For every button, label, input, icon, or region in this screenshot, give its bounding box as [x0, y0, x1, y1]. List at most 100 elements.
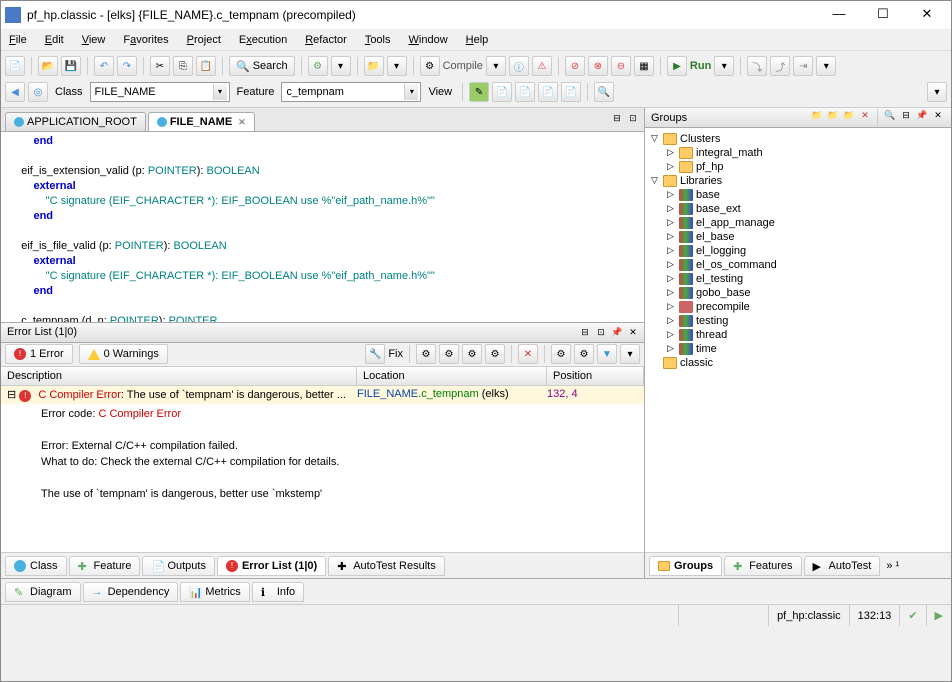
menu-help[interactable]: Help — [466, 34, 489, 46]
menu-execution[interactable]: Execution — [239, 34, 287, 46]
tab-errorlist[interactable]: !Error List (1|0) — [217, 556, 326, 576]
grp-icon[interactable]: 📁 — [810, 109, 824, 123]
errors-tab[interactable]: !1 Error — [5, 344, 73, 364]
open-icon[interactable]: 📂 — [38, 56, 58, 76]
target-icon[interactable]: ◎ — [28, 82, 48, 102]
menu-project[interactable]: Project — [187, 34, 221, 46]
filter-icon[interactable]: ▼ — [597, 344, 617, 364]
minimize-pane-icon[interactable]: ⊟ — [610, 111, 624, 125]
fix-button[interactable]: 🔧 — [365, 344, 385, 364]
new-icon[interactable]: 📄 — [5, 56, 25, 76]
close-icon[interactable]: ✕ — [931, 109, 945, 123]
dropdown-icon[interactable]: ▾ — [486, 56, 506, 76]
class-combo[interactable]: FILE_NAME▾ — [90, 82, 230, 102]
close-pane-icon[interactable]: ✕ — [626, 325, 640, 339]
step-icon[interactable]: ⤵ — [747, 56, 767, 76]
tab-file-name[interactable]: FILE_NAME✕ — [148, 112, 255, 131]
more-tabs[interactable]: » ¹ — [886, 560, 899, 572]
tab-groups[interactable]: Groups — [649, 556, 722, 576]
col-description[interactable]: Description — [1, 367, 357, 385]
error-row[interactable]: ⊟ ! C Compiler Error: The use of `tempna… — [1, 386, 644, 404]
grp-icon[interactable]: 📁 — [826, 109, 840, 123]
dropdown-icon[interactable]: ▾ — [714, 56, 734, 76]
view3-icon[interactable]: 📄 — [515, 82, 535, 102]
tab-metrics[interactable]: 📊Metrics — [180, 582, 249, 602]
stop2-icon[interactable]: ⊗ — [588, 56, 608, 76]
stop-icon[interactable]: ⊘ — [565, 56, 585, 76]
search-button[interactable]: 🔍Search — [229, 56, 295, 76]
err-tool-icon[interactable]: ⚙ — [416, 344, 436, 364]
menu-window[interactable]: Window — [409, 34, 448, 46]
menu-tools[interactable]: Tools — [365, 34, 391, 46]
info-icon[interactable]: ⓘ — [509, 56, 529, 76]
menu-edit[interactable]: Edit — [45, 34, 64, 46]
tab-dependency[interactable]: →Dependency — [83, 582, 179, 602]
maximize-pane-icon[interactable]: ⊡ — [626, 111, 640, 125]
config-icon[interactable]: ▦ — [634, 56, 654, 76]
tab-application-root[interactable]: APPLICATION_ROOT — [5, 112, 146, 131]
close-button[interactable]: ✕ — [907, 5, 947, 25]
save-icon[interactable]: 💾 — [61, 56, 81, 76]
err-tool-icon[interactable]: ⚙ — [462, 344, 482, 364]
view2-icon[interactable]: 📄 — [492, 82, 512, 102]
tab-info[interactable]: ℹInfo — [252, 582, 304, 602]
copy-icon[interactable]: ⎘ — [173, 56, 193, 76]
search-icon[interactable]: 🔍 — [883, 109, 897, 123]
menu-view[interactable]: View — [82, 34, 106, 46]
col-position[interactable]: Position — [547, 367, 644, 385]
dropdown-icon[interactable]: ▾ — [387, 56, 407, 76]
tab-feature[interactable]: ✚Feature — [69, 556, 141, 576]
col-location[interactable]: Location — [357, 367, 547, 385]
menu-refactor[interactable]: Refactor — [305, 34, 347, 46]
grp-icon[interactable]: 📁 — [842, 109, 856, 123]
overflow-icon[interactable]: ▾ — [927, 82, 947, 102]
tab-diagram[interactable]: ✎Diagram — [5, 582, 81, 602]
grp-del-icon[interactable]: ✕ — [858, 109, 872, 123]
stop3-icon[interactable]: ⊖ — [611, 56, 631, 76]
paste-icon[interactable]: 📋 — [196, 56, 216, 76]
more-icon[interactable]: ▾ — [620, 344, 640, 364]
maximize-button[interactable]: ☐ — [863, 5, 903, 25]
step3-icon[interactable]: ⇥ — [793, 56, 813, 76]
dropdown-icon[interactable]: ▾ — [816, 56, 836, 76]
tab-outputs[interactable]: 📄Outputs — [142, 556, 215, 576]
undo-icon[interactable]: ↶ — [94, 56, 114, 76]
tab-autotest2[interactable]: ▶AutoTest — [804, 556, 881, 576]
redo-icon[interactable]: ↷ — [117, 56, 137, 76]
view1-icon[interactable]: ✎ — [469, 82, 489, 102]
err-tool-icon[interactable]: ⚙ — [439, 344, 459, 364]
view6-icon[interactable]: 🔍 — [594, 82, 614, 102]
code-editor[interactable]: end eif_is_extension_valid (p: POINTER):… — [1, 132, 644, 323]
pin-icon[interactable]: 📌 — [610, 325, 624, 339]
restore-pane-icon[interactable]: ⊟ — [578, 325, 592, 339]
back-icon[interactable]: ◀ — [5, 82, 25, 102]
max-pane-icon[interactable]: ⊡ — [594, 325, 608, 339]
compile-icon[interactable]: ⚙ — [420, 56, 440, 76]
warn-icon[interactable]: ⚠ — [532, 56, 552, 76]
tab-features[interactable]: ✚Features — [724, 556, 801, 576]
delete-icon[interactable]: ✕ — [518, 344, 538, 364]
minimize-button[interactable]: — — [819, 5, 859, 25]
close-tab-icon[interactable]: ✕ — [238, 117, 246, 128]
tab-autotest[interactable]: ✚AutoTest Results — [328, 556, 445, 576]
pin-icon[interactable]: 📌 — [915, 109, 929, 123]
run-label[interactable]: Run — [690, 60, 711, 72]
step2-icon[interactable]: ⤴ — [770, 56, 790, 76]
menu-favorites[interactable]: Favorites — [123, 34, 168, 46]
menu-file[interactable]: FFileile — [9, 34, 27, 46]
err-nav-icon[interactable]: ⚙ — [551, 344, 571, 364]
collapse-icon[interactable]: ⊟ — [899, 109, 913, 123]
err-nav-icon[interactable]: ⚙ — [574, 344, 594, 364]
tab-class[interactable]: Class — [5, 556, 67, 576]
groups-tree[interactable]: ▽Clusters ▷integral_math ▷pf_hp ▽Librari… — [645, 128, 951, 552]
cut-icon[interactable]: ✂ — [150, 56, 170, 76]
err-tool-icon[interactable]: ⚙ — [485, 344, 505, 364]
folder-icon[interactable]: 📁 — [364, 56, 384, 76]
tool-icon[interactable]: ⚙ — [308, 56, 328, 76]
view4-icon[interactable]: 📄 — [538, 82, 558, 102]
run-icon[interactable]: ▶ — [667, 56, 687, 76]
view5-icon[interactable]: 📄 — [561, 82, 581, 102]
feature-combo[interactable]: c_tempnam▾ — [281, 82, 421, 102]
compile-label[interactable]: Compile — [443, 60, 483, 72]
warnings-tab[interactable]: 0 Warnings — [79, 344, 168, 364]
